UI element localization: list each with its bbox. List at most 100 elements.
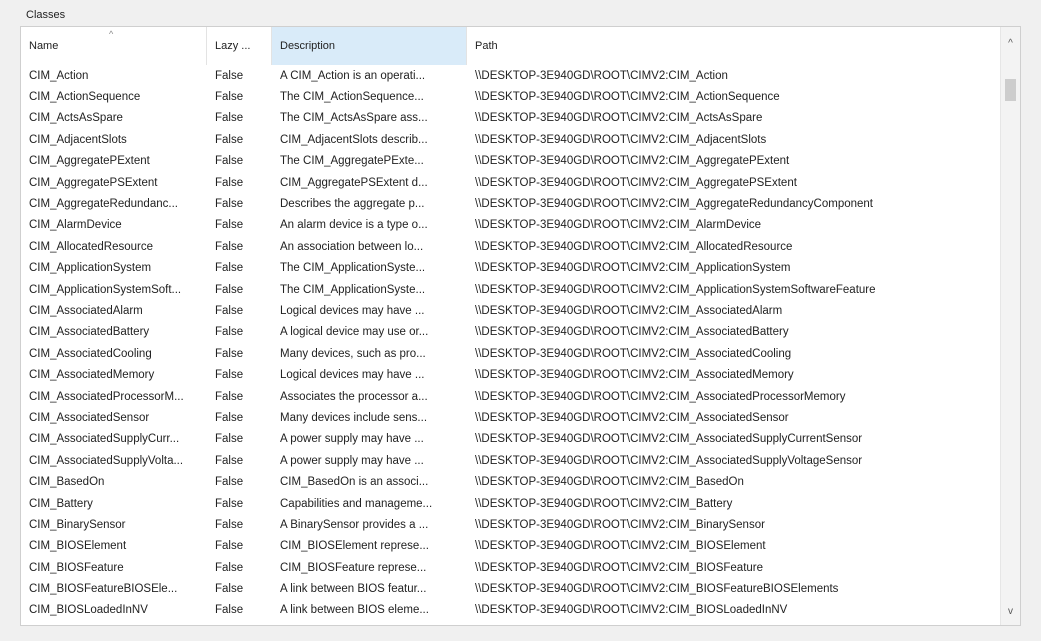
table-row[interactable]: CIM_AllocatedResource False An association…: [21, 236, 1001, 257]
row-name-cell: CIM_AssociatedSupplyCurr...: [29, 433, 180, 446]
row-path-cell: \\DESKTOP-3E940GD\ROOT\CIMV2:CIM_Associa…: [475, 390, 846, 403]
table-row[interactable]: CIM_ApplicationSystemSoft... False The CIM…: [21, 279, 1001, 300]
row-description-cell: A CIM_Action is an operati...: [280, 69, 426, 82]
row-lazy-cell: False: [215, 176, 244, 189]
row-path-cell: \\DESKTOP-3E940GD\ROOT\CIMV2:CIM_Associa…: [475, 304, 783, 317]
scroll-up-icon[interactable]: ^: [1001, 35, 1020, 53]
column-header-description[interactable]: Description: [272, 27, 467, 65]
table-row[interactable]: CIM_BasedOn False CIM_BasedOn is an associ…: [21, 471, 1001, 492]
column-header-row: Name ^ Lazy ... Description Path: [21, 27, 1001, 65]
table-row[interactable]: CIM_BIOSFeatureBIOSEle... False A link bet…: [21, 578, 1001, 599]
row-lazy-cell: False: [215, 454, 244, 467]
row-name-cell: CIM_AssociatedBattery: [29, 326, 150, 339]
row-description-cell: CIM_AdjacentSlots describ...: [280, 133, 428, 146]
row-name-cell: CIM_ActsAsSpare: [29, 112, 123, 125]
row-description-cell: A power supply may have ...: [280, 454, 424, 467]
row-name-cell: CIM_BinarySensor: [29, 518, 126, 531]
row-name-cell: CIM_AllocatedResource: [29, 240, 154, 253]
table-row[interactable]: CIM_BIOSElement False CIM_BIOSElement repr…: [21, 536, 1001, 557]
row-description-cell: CIM_AggregatePSExtent d...: [280, 176, 428, 189]
table-row[interactable]: CIM_BinarySensor False A BinarySensor prov…: [21, 514, 1001, 535]
row-lazy-cell: False: [215, 198, 244, 211]
vertical-scrollbar[interactable]: ^ v: [1000, 27, 1020, 625]
row-description-cell: A BinarySensor provides a ...: [280, 518, 429, 531]
row-description-cell: The CIM_ActsAsSpare ass...: [280, 112, 428, 125]
row-lazy-cell: False: [215, 497, 244, 510]
scroll-down-icon[interactable]: v: [1001, 603, 1020, 621]
row-name-cell: CIM_BIOSElement: [29, 540, 127, 553]
row-lazy-cell: False: [215, 219, 244, 232]
column-header-name[interactable]: Name ^: [21, 27, 207, 65]
row-name-cell: CIM_AggregatePExtent: [29, 155, 150, 168]
row-name-cell: CIM_AssociatedCooling: [29, 347, 152, 360]
row-lazy-cell: False: [215, 91, 244, 104]
row-name-cell: CIM_BIOSFeature: [29, 561, 124, 574]
row-name-cell: CIM_AssociatedMemory: [29, 369, 155, 382]
table-row[interactable]: CIM_AggregateRedundanc... False Describes …: [21, 193, 1001, 214]
row-description-cell: The CIM_ApplicationSyste...: [280, 262, 426, 275]
row-name-cell: CIM_AdjacentSlots: [29, 133, 127, 146]
row-description-cell: A logical device may use or...: [280, 326, 429, 339]
table-row[interactable]: CIM_AssociatedBattery False A logical devi…: [21, 322, 1001, 343]
row-lazy-cell: False: [215, 476, 244, 489]
table-row[interactable]: CIM_AdjacentSlots False CIM_AdjacentSlots …: [21, 129, 1001, 150]
row-description-cell: Logical devices may have ...: [280, 304, 425, 317]
classes-group-title: Classes: [26, 9, 66, 21]
table-row[interactable]: CIM_ActsAsSpare False The CIM_ActsAsSpare …: [21, 108, 1001, 129]
row-path-cell: \\DESKTOP-3E940GD\ROOT\CIMV2:CIM_Associa…: [475, 326, 789, 339]
row-name-cell: CIM_BIOSLoadedInNV: [29, 604, 148, 617]
column-header-lazy[interactable]: Lazy ...: [207, 27, 272, 65]
class-rows: CIM_Action False A CIM_Action is an operat…: [21, 65, 1001, 625]
table-row[interactable]: CIM_AssociatedMemory False Logical devices…: [21, 364, 1001, 385]
row-description-cell: Logical devices may have ...: [280, 369, 425, 382]
column-header-path[interactable]: Path: [467, 27, 1001, 65]
row-lazy-cell: False: [215, 326, 244, 339]
table-row[interactable]: CIM_AssociatedProcessorM... False Associat…: [21, 386, 1001, 407]
row-path-cell: \\DESKTOP-3E940GD\ROOT\CIMV2:CIM_Associa…: [475, 411, 789, 424]
table-row[interactable]: CIM_ActionSequence False The CIM_ActionSeq…: [21, 86, 1001, 107]
row-path-cell: \\DESKTOP-3E940GD\ROOT\CIMV2:CIM_ActsAsS…: [475, 112, 763, 125]
row-path-cell: \\DESKTOP-3E940GD\ROOT\CIMV2:CIM_Adjacen…: [475, 133, 767, 146]
table-row[interactable]: CIM_Battery False Capabilities and managem…: [21, 493, 1001, 514]
row-name-cell: CIM_Battery: [29, 497, 93, 510]
row-path-cell: \\DESKTOP-3E940GD\ROOT\CIMV2:CIM_Associa…: [475, 433, 863, 446]
row-name-cell: CIM_ApplicationSystemSoft...: [29, 283, 182, 296]
row-name-cell: CIM_AssociatedAlarm: [29, 304, 143, 317]
row-path-cell: \\DESKTOP-3E940GD\ROOT\CIMV2:CIM_BasedOn: [475, 476, 744, 489]
row-description-cell: CIM_BIOSFeature represe...: [280, 561, 427, 574]
table-row[interactable]: CIM_AggregatePExtent False The CIM_Aggrega…: [21, 151, 1001, 172]
row-name-cell: CIM_Action: [29, 69, 89, 82]
row-path-cell: \\DESKTOP-3E940GD\ROOT\CIMV2:CIM_Applica…: [475, 262, 791, 275]
row-description-cell: An alarm device is a type o...: [280, 219, 428, 232]
table-row[interactable]: CIM_AssociatedSupplyCurr... False A power …: [21, 429, 1001, 450]
row-lazy-cell: False: [215, 283, 244, 296]
row-name-cell: CIM_BasedOn: [29, 476, 105, 489]
table-row[interactable]: CIM_BIOSLoadedInNV False A link between BI…: [21, 600, 1001, 621]
row-path-cell: \\DESKTOP-3E940GD\ROOT\CIMV2:CIM_Action: [475, 69, 728, 82]
row-description-cell: A link between BIOS featur...: [280, 583, 427, 596]
table-row[interactable]: CIM_BIOSFeature False CIM_BIOSFeature repr…: [21, 557, 1001, 578]
sort-ascending-icon: ^: [109, 29, 114, 39]
row-lazy-cell: False: [215, 304, 244, 317]
row-path-cell: \\DESKTOP-3E940GD\ROOT\CIMV2:CIM_Associa…: [475, 454, 863, 467]
table-row[interactable]: CIM_AssociatedSupplyVolta... False A power…: [21, 450, 1001, 471]
table-row[interactable]: CIM_AssociatedSensor False Many devices in…: [21, 407, 1001, 428]
row-lazy-cell: False: [215, 133, 244, 146]
table-row[interactable]: CIM_ApplicationSystem False The CIM_Applic…: [21, 258, 1001, 279]
row-lazy-cell: False: [215, 347, 244, 360]
classes-list-view[interactable]: Name ^ Lazy ... Description Path CIM_Act…: [20, 26, 1021, 626]
table-row[interactable]: CIM_AggregatePSExtent False CIM_AggregateP…: [21, 172, 1001, 193]
row-name-cell: CIM_AssociatedProcessorM...: [29, 390, 184, 403]
row-lazy-cell: False: [215, 69, 244, 82]
row-path-cell: \\DESKTOP-3E940GD\ROOT\CIMV2:CIM_Applica…: [475, 283, 876, 296]
row-name-cell: CIM_AggregatePSExtent: [29, 176, 158, 189]
scroll-thumb[interactable]: [1005, 79, 1016, 101]
row-path-cell: \\DESKTOP-3E940GD\ROOT\CIMV2:CIM_Associa…: [475, 369, 794, 382]
row-path-cell: \\DESKTOP-3E940GD\ROOT\CIMV2:CIM_BIOSEle…: [475, 540, 766, 553]
table-row[interactable]: CIM_AssociatedAlarm False Logical devices …: [21, 300, 1001, 321]
row-lazy-cell: False: [215, 604, 244, 617]
table-row[interactable]: CIM_AlarmDevice False An alarm device is a…: [21, 215, 1001, 236]
row-description-cell: CIM_BasedOn is an associ...: [280, 476, 429, 489]
table-row[interactable]: CIM_AssociatedCooling False Many devices, …: [21, 343, 1001, 364]
table-row[interactable]: CIM_Action False A CIM_Action is an operat…: [21, 65, 1001, 86]
